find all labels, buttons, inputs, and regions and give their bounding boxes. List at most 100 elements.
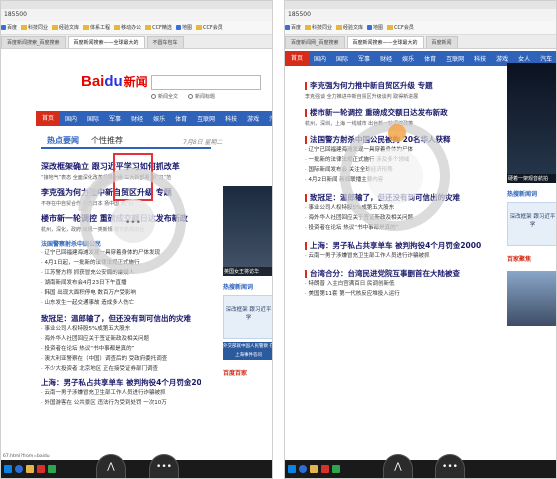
bookmark-item[interactable]: CCF会员	[387, 24, 414, 31]
nav-item[interactable]: 国内	[309, 54, 331, 63]
news-bullet[interactable]: 事业公司人权特股5%成第五大股东	[41, 324, 201, 334]
nav-item[interactable]: 国际	[82, 114, 104, 123]
nav-item[interactable]: 游戏	[491, 54, 513, 63]
windows-start-icon[interactable]	[4, 465, 12, 473]
news-headline[interactable]: 上海：男子私占共享单车 被判拘役4个月罚金2000	[41, 377, 201, 388]
nav-item[interactable]: 女人	[513, 54, 535, 63]
bookmark-item[interactable]: 地图	[175, 24, 192, 31]
app-icon[interactable]	[332, 465, 340, 473]
baijia-label[interactable]: 百家聚焦	[507, 254, 556, 263]
hot-search-label[interactable]: 热搜新闻词	[507, 189, 556, 198]
tab-personal[interactable]: 个性推荐	[85, 135, 129, 147]
promo-card[interactable]: 深改框架 跟习近平学	[507, 202, 556, 246]
browser-tab[interactable]: 百度新闻	[425, 36, 458, 48]
baidu-news-logo[interactable]: Baidu新闻	[81, 73, 148, 90]
bookmark-item[interactable]: 百度	[285, 24, 301, 31]
nav-item[interactable]: 国际	[331, 54, 353, 63]
news-photo[interactable]	[507, 271, 556, 326]
nav-item[interactable]: 财经	[126, 114, 148, 123]
photo-caption: 英国女王将访华	[223, 267, 272, 276]
address-bar[interactable]: 185500	[285, 9, 556, 21]
hot-search-label[interactable]: 热搜新闻词	[223, 282, 272, 291]
news-headline[interactable]: 致冠足：温郎输了，但还没有到可信出的灾难	[41, 313, 201, 324]
page-icon	[285, 25, 290, 30]
windows-start-icon[interactable]	[288, 465, 296, 473]
bookmark-label: CCF会员	[394, 25, 414, 31]
baijia-label[interactable]: 百度百家	[223, 368, 272, 377]
touch-menu-button[interactable]: •••	[435, 454, 465, 478]
bookmark-item[interactable]: CCF会员	[195, 24, 223, 31]
nav-home[interactable]: 首页	[285, 51, 310, 66]
news-bullet[interactable]: 投资者在论坛 热议“书中事都是真的”	[41, 344, 201, 354]
news-bullet[interactable]: 美国第11套 第一代核反应堆投入运行	[305, 289, 495, 299]
browser-tab-active[interactable]: 百度新闻搜索——全球最大的	[346, 36, 424, 48]
nav-item[interactable]: 科技	[220, 114, 242, 123]
nav-item[interactable]: 军事	[104, 114, 126, 123]
news-row[interactable]: 台湾合分：台湾民进党院互事删首在大陆被查	[305, 268, 495, 279]
nav-home[interactable]: 首页	[36, 111, 61, 126]
nav-item[interactable]: 体育	[419, 54, 441, 63]
news-photo[interactable]: 硬着一架观音航拍	[507, 63, 556, 183]
nav-item[interactable]: 体育	[170, 114, 192, 123]
news-bullet[interactable]: 云南一男子涉嫌冒充卫生部工作人员进行诈骗被抓	[305, 251, 495, 261]
app-icon[interactable]	[321, 465, 329, 473]
promo-strip[interactable]: 外交部就中国人民警察 在上海事件答问	[223, 342, 272, 360]
radio-option[interactable]: 新闻标题	[188, 93, 215, 100]
taskbar	[1, 460, 272, 478]
browser-tab[interactable]: 不圆车包车	[146, 36, 184, 48]
nav-item[interactable]: 科技	[469, 54, 491, 63]
news-bullet[interactable]: 外国游客在 公共景区 违法行为受到处罚 一次10万	[41, 398, 201, 408]
folder-icon	[145, 25, 152, 30]
browser-icon[interactable]	[299, 465, 307, 473]
nav-item[interactable]: 互联网	[441, 54, 469, 63]
browser-icon[interactable]	[15, 465, 23, 473]
red-marker	[305, 241, 307, 250]
news-headline[interactable]: 台湾合分：台湾民进党院互事删首在大陆被查	[310, 268, 460, 279]
nav-item[interactable]: 游戏	[242, 114, 264, 123]
logo-part: Bai	[81, 73, 105, 90]
browser-tab-active[interactable]: 百度新闻搜索——全球最大的	[67, 36, 145, 48]
news-photo[interactable]: 英国女王将访华	[223, 186, 272, 276]
address-bar[interactable]: 185500	[1, 9, 272, 21]
news-bullet[interactable]: 不少大投资者 北京地区 正在接受证券部门调查	[41, 364, 201, 374]
bookmark-item[interactable]: 地图	[367, 24, 383, 31]
bookmark-item[interactable]: 科技同业	[305, 24, 332, 31]
radio-option[interactable]: 新闻全文	[151, 93, 178, 100]
news-bullet[interactable]: 澳大利亚警察在（中国）调查后的 受政府委托调查	[41, 354, 201, 364]
bookmark-item[interactable]: 经验文库	[336, 24, 363, 31]
nav-item[interactable]: 国内	[60, 114, 82, 123]
browser-tab[interactable]: 百度新闻搜索_百度搜索	[1, 36, 66, 48]
bookmark-item[interactable]: 经验文库	[52, 24, 79, 31]
bookmark-item[interactable]: 移动办公	[114, 24, 141, 31]
nav-item[interactable]: 汽车	[535, 54, 556, 63]
news-bullet[interactable]: 海外华人社团回应关于签证新政及相关问题	[41, 334, 201, 344]
folder-icon	[195, 25, 202, 30]
news-search-input[interactable]	[151, 75, 261, 90]
news-bullet[interactable]: 特朗普 入主白宫满百日 民调创新低	[305, 279, 495, 289]
app-icon[interactable]	[48, 465, 56, 473]
bookmark-item[interactable]: CCF精选	[145, 24, 172, 31]
nav-item[interactable]: 娱乐	[148, 114, 170, 123]
touch-keyboard-button[interactable]: ⋀	[383, 454, 413, 478]
touch-keyboard-button[interactable]: ⋀	[96, 454, 126, 478]
folder-icon[interactable]	[310, 465, 318, 473]
touch-menu-button[interactable]: •••	[149, 454, 179, 478]
folder-icon[interactable]	[26, 465, 34, 473]
nav-item[interactable]: 互联网	[192, 114, 220, 123]
nav-item[interactable]: 军事	[353, 54, 375, 63]
folder-icon	[83, 25, 90, 30]
tab-hot-news[interactable]: 热点要闻	[41, 135, 85, 147]
app-icon[interactable]	[37, 465, 45, 473]
nav-item[interactable]: 汽车	[264, 114, 272, 123]
news-row[interactable]: 李克强为何力推中新自贸区升级 专题	[305, 80, 495, 91]
nav-item[interactable]: 娱乐	[397, 54, 419, 63]
promo-card[interactable]: 深改框架 跟习近平学	[223, 295, 272, 339]
browser-tab[interactable]: 百度新闻网_百度搜索	[285, 36, 345, 48]
bookmark-item[interactable]: 科技同业	[21, 24, 48, 31]
bookmark-item[interactable]: 体系工程	[83, 24, 110, 31]
news-subline[interactable]: 李克强谈 全力推进中新自贸区升级谈判 取得新进展	[305, 93, 495, 100]
news-bullet[interactable]: 云南一男子涉嫌冒充卫生部工作人员进行诈骗被抓	[41, 388, 201, 398]
news-headline[interactable]: 李克强为何力推中新自贸区升级 专题	[310, 80, 433, 91]
bookmark-item[interactable]: 百度	[1, 24, 17, 31]
nav-item[interactable]: 财经	[375, 54, 397, 63]
